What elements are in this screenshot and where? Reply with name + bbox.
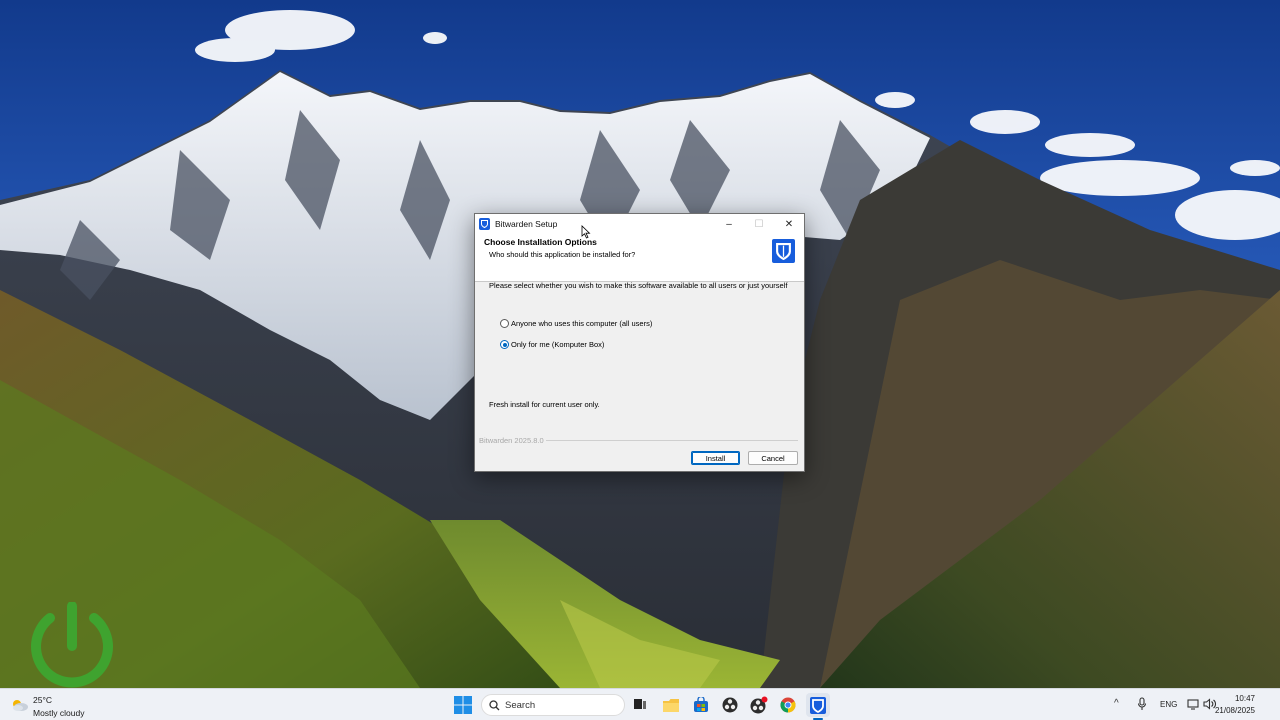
clock-time[interactable]: 10:47 [1235, 694, 1255, 703]
option-only-me[interactable]: Only for me (Komputer Box) [500, 340, 604, 349]
dialog-header: Choose Installation Options Who should t… [475, 234, 804, 282]
search-placeholder: Search [505, 700, 536, 711]
task-view-icon[interactable] [628, 693, 652, 717]
windows-start-icon[interactable] [453, 695, 473, 715]
weather-temperature: 25°C [33, 695, 52, 705]
instruction-text: Please select whether you wish to make t… [489, 281, 788, 290]
install-button[interactable]: Install [691, 451, 740, 465]
dialog-title: Bitwarden Setup [495, 219, 558, 229]
radio-only-me[interactable] [500, 340, 509, 349]
bitwarden-setup-dialog: Bitwarden Setup – ☐ ✕ Choose Installatio… [474, 213, 805, 472]
obs-studio-icon[interactable] [718, 693, 742, 717]
taskbar: 25°C Mostly cloudy Search ^ ENG 10:47 21… [0, 688, 1280, 720]
branding-text: Bitwarden 2025.8.0 [479, 436, 544, 445]
file-explorer-icon[interactable] [659, 693, 683, 717]
tray-overflow-chevron-icon[interactable]: ^ [1114, 698, 1119, 709]
search-icon [489, 700, 500, 711]
power-logo-icon [28, 601, 116, 688]
clock-date[interactable]: 21/08/2025 [1215, 706, 1255, 715]
weather-description: Mostly cloudy [33, 708, 85, 718]
radio-all-users[interactable] [500, 319, 509, 328]
cloudy-weather-icon [10, 698, 30, 712]
minimize-button[interactable]: – [714, 214, 744, 234]
chrome-icon[interactable] [776, 693, 800, 717]
bitwarden-shield-icon [772, 239, 795, 263]
option-all-users[interactable]: Anyone who uses this computer (all users… [500, 319, 652, 328]
cancel-button[interactable]: Cancel [748, 451, 798, 465]
header-subtitle: Who should this application be installed… [489, 250, 636, 259]
language-indicator[interactable]: ENG [1160, 700, 1177, 709]
branding-divider [546, 440, 798, 441]
header-title: Choose Installation Options [484, 237, 597, 247]
dialog-titlebar[interactable]: Bitwarden Setup – ☐ ✕ [475, 214, 804, 234]
obs-studio-recording-icon[interactable] [747, 693, 771, 717]
bitwarden-icon [479, 218, 490, 230]
install-status-text: Fresh install for current user only. [489, 400, 600, 409]
mouse-cursor-icon [581, 225, 591, 239]
maximize-button[interactable]: ☐ [744, 214, 774, 234]
close-button[interactable]: ✕ [774, 214, 804, 234]
taskbar-search-box[interactable]: Search [481, 694, 625, 716]
option-only-me-label[interactable]: Only for me (Komputer Box) [511, 340, 604, 349]
microphone-icon[interactable] [1137, 697, 1147, 711]
option-all-users-label[interactable]: Anyone who uses this computer (all users… [511, 319, 652, 328]
network-icon[interactable] [1187, 698, 1199, 710]
bitwarden-taskbar-icon[interactable] [806, 693, 830, 717]
microsoft-store-icon[interactable] [689, 693, 713, 717]
weather-widget[interactable]: 25°C Mostly cloudy [10, 693, 120, 719]
